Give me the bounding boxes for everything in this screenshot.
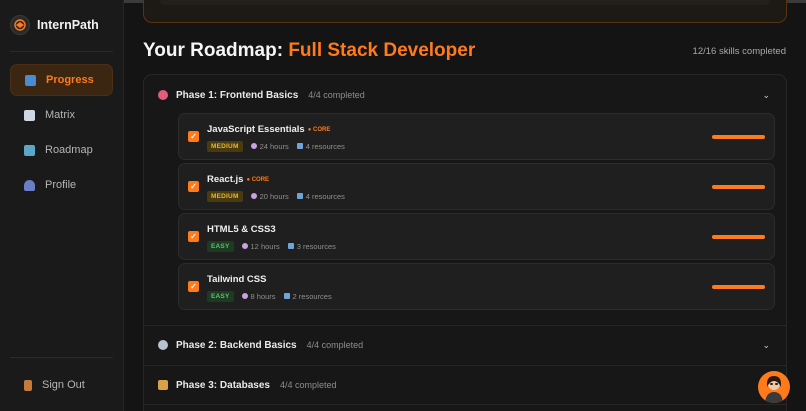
phase-header-3[interactable]: Phase 3: Databases 4/4 completed (144, 365, 786, 405)
clock-icon (250, 143, 257, 149)
skill-progress-bar (712, 235, 765, 239)
line-chart-icon (24, 109, 35, 121)
sidebar-item-label: Roadmap (45, 144, 93, 156)
skill-meta: MEDIUM 20 hours 4 resources (207, 190, 345, 202)
skill-checkbox[interactable]: ✓ (188, 181, 199, 192)
skill-hours: 20 hours (259, 191, 289, 201)
skill-checkbox[interactable]: ✓ (188, 281, 199, 292)
difficulty-badge: EASY (207, 290, 234, 302)
sidebar-item-profile[interactable]: Profile (10, 169, 113, 201)
sidebar-item-label: Matrix (45, 109, 75, 121)
skill-name: React.js (207, 174, 244, 185)
database-icon (158, 380, 168, 390)
avatar-icon (765, 376, 783, 403)
skill-name: Tailwind CSS (207, 274, 267, 285)
phase-divider (144, 404, 786, 405)
map-icon (24, 144, 35, 156)
sidebar-divider (10, 357, 113, 358)
phase-header-2[interactable]: Phase 2: Backend Basics 4/4 completed ⌄ (144, 325, 786, 365)
phase-1-skill-list: ✓ JavaScript Essentials ● CORE MEDIUM 24 … (178, 113, 775, 325)
sidebar-item-label: Progress (46, 74, 94, 86)
skill-resources: 2 resources (292, 291, 332, 301)
skill-resources: 4 resources (305, 141, 345, 151)
difficulty-badge: MEDIUM (207, 190, 243, 202)
sidebar-item-label: Profile (45, 179, 77, 191)
phase-name: Phase 3: Databases (176, 379, 270, 391)
skill-title: Tailwind CSS (207, 274, 266, 285)
brand-logo-icon (10, 15, 30, 35)
skill-meta: EASY 8 hours 2 resources (207, 290, 332, 302)
clock-icon (241, 293, 248, 299)
phase-count: 4/4 completed (308, 90, 365, 100)
sign-out-label: Sign Out (42, 379, 85, 391)
sidebar-item-progress[interactable]: Progress (10, 64, 113, 96)
clock-icon (250, 193, 257, 199)
skill-resources: 3 resources (296, 241, 336, 251)
core-tag: ● CORE (307, 127, 331, 133)
phase-count: 4/4 completed (306, 340, 364, 350)
sidebar-item-matrix[interactable]: Matrix (10, 99, 113, 131)
palette-icon (158, 90, 168, 100)
skill-meta: MEDIUM 24 hours 4 resources (207, 140, 345, 152)
skill-card[interactable]: ✓ JavaScript Essentials ● CORE MEDIUM 24 … (178, 113, 775, 160)
chevron-down-icon[interactable]: ⌄ (762, 340, 770, 351)
chevron-down-icon[interactable]: ⌄ (762, 90, 770, 101)
sidebar-divider (10, 51, 113, 52)
skill-name: JavaScript Essentials (207, 124, 305, 135)
previous-card (143, 0, 787, 23)
roadmap-panel: Phase 1: Frontend Basics 4/4 completed ⌄… (143, 74, 787, 411)
assistant-avatar-button[interactable] (758, 371, 790, 403)
phase-header-1[interactable]: Phase 1: Frontend Basics 4/4 completed ⌄ (144, 75, 786, 115)
door-icon (24, 379, 32, 391)
difficulty-badge: MEDIUM (207, 140, 243, 152)
user-icon (24, 179, 35, 191)
skills-completed-count: 12/16 skills completed (692, 46, 786, 57)
brand-name: InternPath (37, 18, 99, 32)
core-tag: ● CORE (246, 177, 270, 183)
skill-title: HTML5 & CSS3 (207, 224, 276, 235)
skill-progress-bar (712, 285, 765, 289)
brand[interactable]: InternPath (10, 14, 99, 36)
skill-card[interactable]: ✓ React.js ● CORE MEDIUM 20 hours 4 resou… (178, 163, 775, 210)
skill-checkbox[interactable]: ✓ (188, 231, 199, 242)
skill-card[interactable]: ✓ HTML5 & CSS3 EASY 12 hours 3 resources (178, 213, 775, 260)
phase-name: Phase 2: Backend Basics (176, 339, 297, 351)
gear-icon (158, 340, 168, 350)
difficulty-badge: EASY (207, 240, 234, 252)
skill-hours: 24 hours (259, 141, 289, 151)
sidebar-item-roadmap[interactable]: Roadmap (10, 134, 113, 166)
sidebar: InternPath Progress Matrix Roadmap Profi… (0, 0, 124, 411)
books-icon (296, 193, 303, 199)
skill-hours: 8 hours (250, 291, 276, 301)
skill-name: HTML5 & CSS3 (207, 224, 276, 235)
phase-count: 4/4 completed (279, 380, 337, 390)
title-role: Full Stack Developer (288, 40, 476, 61)
page-title: Your Roadmap: Full Stack Developer (143, 40, 475, 62)
skill-meta: EASY 12 hours 3 resources (207, 240, 336, 252)
skill-progress-bar (712, 185, 765, 189)
sidebar-nav: Progress Matrix Roadmap Profile (10, 64, 113, 204)
skill-title: JavaScript Essentials ● CORE (207, 124, 330, 135)
skill-hours: 12 hours (250, 241, 280, 251)
phase-name: Phase 1: Frontend Basics (176, 89, 299, 101)
clock-icon (241, 243, 248, 249)
skill-title: React.js ● CORE (207, 174, 269, 185)
books-icon (287, 243, 294, 249)
skill-card[interactable]: ✓ Tailwind CSS EASY 8 hours 2 resources (178, 263, 775, 310)
title-prefix: Your Roadmap: (143, 40, 284, 61)
skill-checkbox[interactable]: ✓ (188, 131, 199, 142)
books-icon (296, 143, 303, 149)
books-icon (283, 293, 290, 299)
sign-out-button[interactable]: Sign Out (10, 370, 113, 400)
skill-progress-bar (712, 135, 765, 139)
bar-chart-icon (25, 74, 36, 86)
skill-resources: 4 resources (305, 191, 345, 201)
